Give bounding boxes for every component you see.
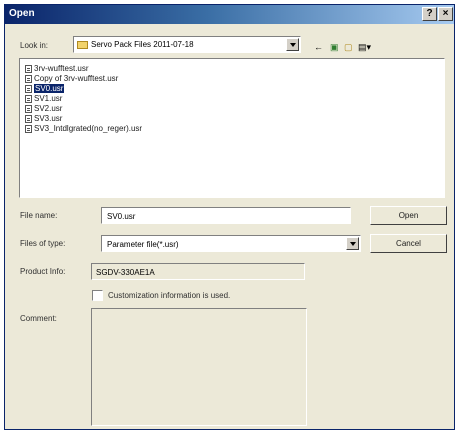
new-folder-icon[interactable]: ▢ (344, 42, 353, 52)
list-item[interactable]: SV3.usr (25, 114, 62, 124)
file-name-input[interactable]: SV0.usr (101, 207, 351, 224)
folder-icon (77, 40, 88, 49)
file-icon (25, 74, 32, 83)
file-type-value: Parameter file(*.usr) (107, 240, 179, 249)
help-button[interactable]: ? (422, 7, 437, 21)
file-type-label: Files of type: (20, 239, 66, 248)
file-icon (25, 64, 32, 73)
look-in-dropdown-arrow[interactable] (286, 38, 299, 51)
list-item[interactable]: Copy of 3rv-wufftest.usr (25, 74, 118, 84)
cancel-button[interactable]: Cancel (370, 234, 447, 253)
file-type-dropdown[interactable]: Parameter file(*.usr) (101, 235, 361, 252)
look-in-label: Look in: (20, 41, 49, 50)
close-button[interactable]: × (438, 7, 453, 21)
open-dialog: Open ? × Look in: Servo Pack Files 2011-… (4, 4, 455, 430)
list-item[interactable]: 3rv-wufftest.usr (25, 64, 89, 74)
list-item-selected[interactable]: SV0.usr (25, 84, 65, 94)
customization-checkbox[interactable] (92, 290, 103, 301)
title-bar[interactable]: Open ? × (5, 5, 454, 24)
file-icon (25, 94, 32, 103)
up-folder-icon[interactable]: ▣ (330, 42, 339, 52)
file-icon (25, 104, 32, 113)
file-name-value: SV0.usr (107, 212, 136, 221)
customization-label: Customization information is used. (108, 291, 231, 300)
dialog-title: Open (9, 8, 35, 19)
file-list[interactable]: 3rv-wufftest.usr Copy of 3rv-wufftest.us… (19, 58, 445, 198)
open-button[interactable]: Open (370, 206, 447, 225)
list-item[interactable]: SV1.usr (25, 94, 62, 104)
product-info-label: Product Info: (20, 267, 66, 276)
file-name-label: File name: (20, 211, 58, 220)
product-info-field: SGDV-330AE1A (91, 263, 305, 280)
file-icon (25, 124, 32, 133)
product-info-value: SGDV-330AE1A (96, 268, 155, 277)
comment-textarea[interactable] (91, 308, 307, 426)
file-icon (25, 84, 32, 93)
list-item[interactable]: SV3_Intdlgrated(no_reger).usr (25, 124, 142, 134)
comment-label: Comment: (20, 314, 57, 323)
file-icon (25, 114, 32, 123)
file-type-dropdown-arrow[interactable] (346, 237, 359, 250)
view-menu-icon[interactable]: ▤▾ (358, 42, 371, 52)
list-item[interactable]: SV2.usr (25, 104, 62, 114)
look-in-value: Servo Pack Files 2011-07-18 (91, 40, 194, 49)
back-icon[interactable]: ← (314, 42, 323, 52)
look-in-dropdown[interactable]: Servo Pack Files 2011-07-18 (73, 36, 301, 53)
